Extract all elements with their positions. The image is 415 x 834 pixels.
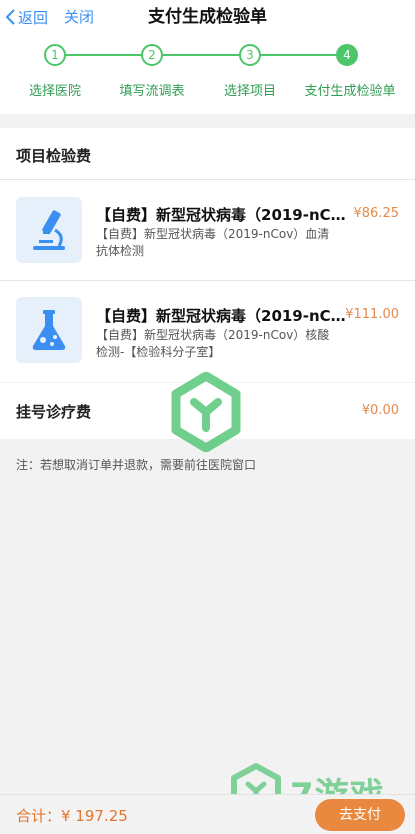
- step-connector: [163, 54, 239, 56]
- step-label-2: 填写流调表: [119, 84, 185, 99]
- exam-item[interactable]: 【自费】新型冠状病毒（2019-nCov）血清抗体检测 ¥86.25 【自费】新…: [0, 180, 415, 280]
- bottom-bar: 合计：¥ 197.25 去支付: [0, 794, 415, 834]
- item-icon-box: [16, 197, 82, 263]
- pay-button[interactable]: 去支付: [315, 799, 405, 831]
- microscope-icon: [33, 210, 65, 250]
- total-amount: 合计：¥ 197.25: [16, 807, 128, 825]
- item-title: 【自费】新型冠状病毒（2019-nCov）血清抗体检测: [96, 206, 350, 224]
- item-title: 【自费】新型冠状病毒（2019-nCov）核酸检测: [96, 307, 350, 325]
- progress-stepper: 1 2 3 4 选择医院 填写流调表 选择项目 支付生成检验单: [0, 34, 415, 114]
- item-desc-line2: 抗体检测: [96, 244, 145, 258]
- step-label-3: 选择项目: [223, 84, 276, 99]
- step-circle-1: 1: [44, 44, 66, 66]
- watermark-logo: [171, 372, 241, 452]
- section-title: 项目检验费: [16, 147, 92, 165]
- step-connector: [66, 54, 141, 56]
- exam-fee-section: 项目检验费 【自费】新型冠状病毒（2019-nCov）血清抗体检测 ¥86.25…: [0, 128, 415, 382]
- fee-value: ¥0.00: [361, 403, 399, 418]
- step-label-4: 支付生成检验单: [304, 84, 396, 99]
- navbar: 返回 关闭 支付生成检验单: [0, 0, 415, 34]
- item-icon-box: [16, 297, 82, 363]
- item-desc-line1: 【自费】新型冠状病毒（2019-nCov）血清: [96, 227, 330, 241]
- item-desc-line2: 检测-【检验科分子室】: [96, 345, 221, 359]
- step-circle-4: 4: [336, 44, 358, 66]
- refund-note: 注：若想取消订单并退款，需要前往医院窗口: [16, 458, 257, 472]
- item-price: ¥111.00: [345, 307, 399, 322]
- step-connector: [261, 54, 336, 56]
- step-circle-2: 2: [141, 44, 163, 66]
- item-price: ¥86.25: [353, 206, 400, 221]
- exam-item[interactable]: 【自费】新型冠状病毒（2019-nCov）核酸检测 ¥111.00 【自费】新型…: [0, 281, 415, 381]
- item-desc-line1: 【自费】新型冠状病毒（2019-nCov）核酸: [96, 328, 330, 342]
- step-label-1: 选择医院: [28, 84, 81, 99]
- step-circle-3: 3: [239, 44, 261, 66]
- fee-label: 挂号诊疗费: [16, 403, 92, 421]
- flask-icon: [32, 310, 66, 350]
- page-title: 支付生成检验单: [148, 7, 267, 27]
